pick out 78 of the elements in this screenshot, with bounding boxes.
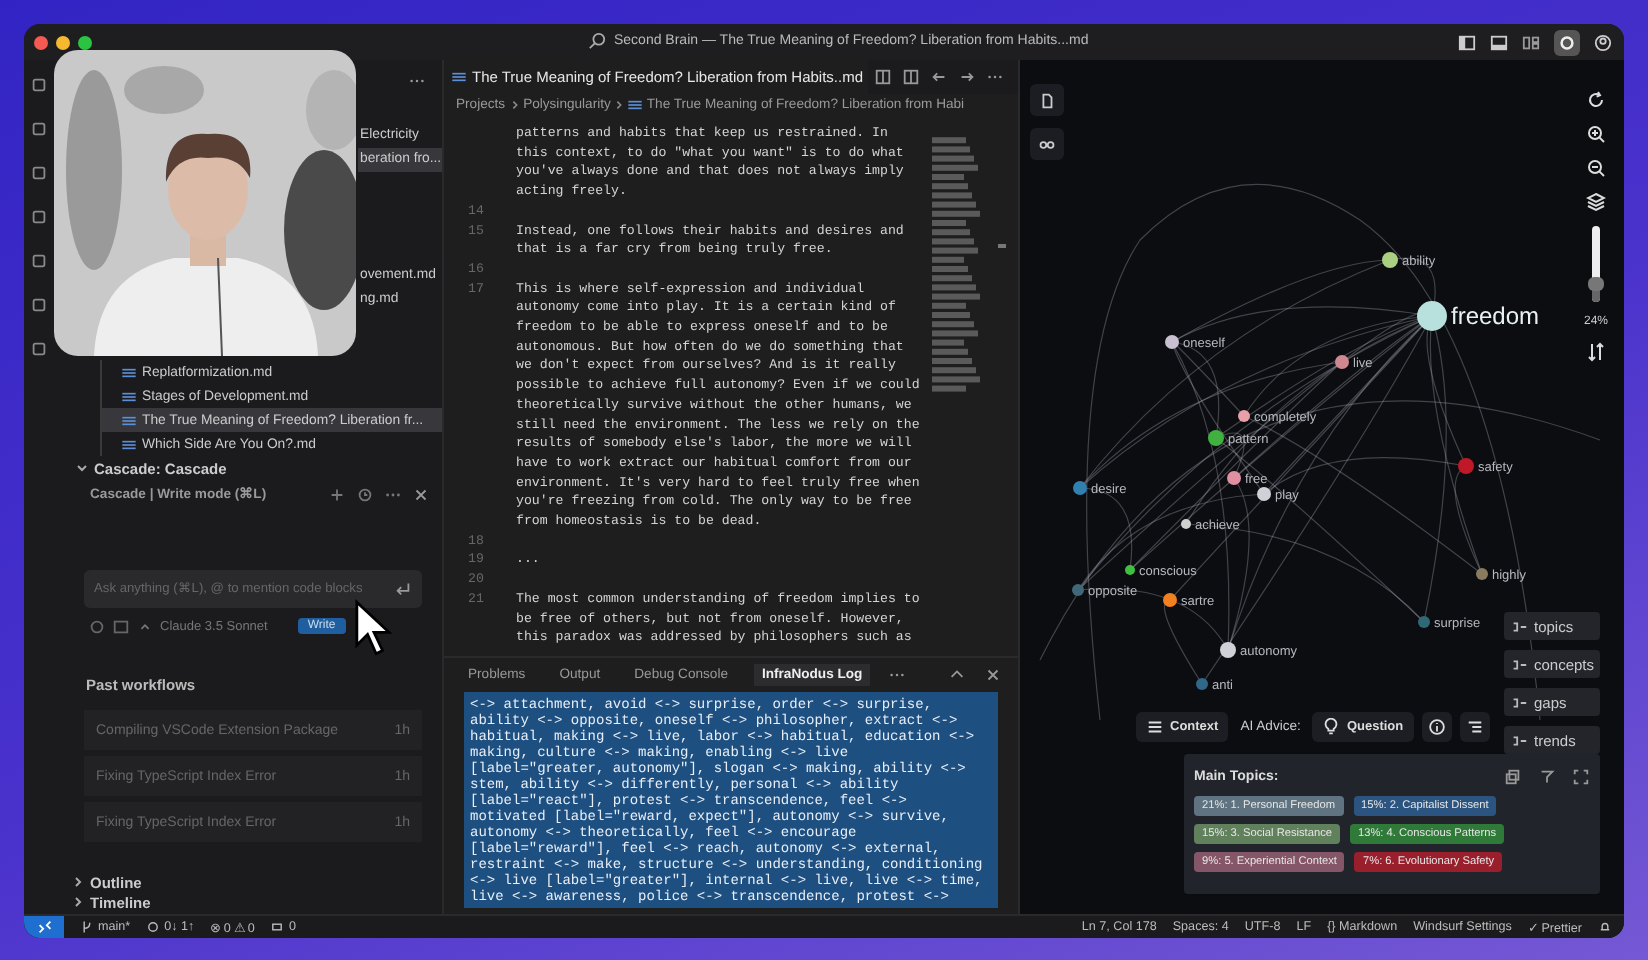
sidebar-toggle-icon[interactable] [1458, 33, 1476, 51]
swap-icon[interactable] [1586, 342, 1606, 362]
graph-node[interactable] [1163, 593, 1177, 607]
activity-bar-icon[interactable] [30, 164, 48, 182]
activity-bar-icon[interactable] [30, 120, 48, 138]
layers-icon[interactable] [1586, 192, 1606, 212]
graph-mode-button[interactable] [1030, 128, 1064, 160]
plus-icon[interactable] [328, 485, 346, 503]
activity-bar-icon[interactable] [30, 340, 48, 358]
layout-icon[interactable] [1522, 33, 1540, 51]
graph-node[interactable] [1418, 616, 1430, 628]
graph-node[interactable] [1458, 458, 1474, 474]
settings-button[interactable] [1554, 29, 1580, 55]
markdown-file-icon [122, 391, 136, 401]
history-icon[interactable] [356, 485, 374, 503]
split-editor-icon[interactable] [901, 68, 920, 86]
forward-arrow-icon[interactable] [957, 68, 976, 86]
graph-node[interactable] [1220, 642, 1236, 658]
close-icon[interactable] [984, 665, 1002, 683]
pointer-cursor-icon [352, 598, 396, 658]
account-icon[interactable] [1594, 33, 1612, 51]
maximize-button[interactable] [78, 35, 92, 49]
search-icon [588, 32, 606, 50]
graph-node[interactable] [1073, 481, 1087, 495]
zoom-out-icon[interactable] [1586, 158, 1606, 178]
collapse-icon[interactable] [948, 665, 966, 683]
document-button[interactable] [1030, 84, 1064, 116]
chevron-icon [76, 462, 88, 474]
bell-icon[interactable] [1598, 920, 1612, 934]
panel-toggle-icon[interactable] [1490, 33, 1508, 51]
graph-node[interactable] [1417, 301, 1447, 331]
graph-node[interactable] [1072, 584, 1084, 596]
node-label: freedom [1451, 302, 1540, 331]
markdown-file-icon [122, 367, 136, 377]
graph-node[interactable] [1196, 678, 1208, 690]
markdown-file-icon [628, 99, 643, 109]
markdown-file-icon [122, 415, 136, 425]
graph-node[interactable] [1125, 565, 1135, 575]
remote-button[interactable] [24, 916, 64, 938]
activity-bar-icon[interactable] [30, 296, 48, 314]
info-icon [1427, 718, 1446, 736]
chevron-icon [509, 99, 520, 109]
chevron-icon [614, 99, 625, 109]
back-arrow-icon[interactable] [929, 68, 948, 86]
activity-bar-icon[interactable] [30, 208, 48, 226]
minimize-button[interactable] [56, 35, 70, 49]
enter-icon [394, 580, 412, 598]
glasses-icon [1038, 135, 1056, 153]
zoom-in-icon[interactable] [1586, 124, 1606, 144]
activity-bar-icon[interactable] [30, 76, 48, 94]
graph-node[interactable] [1227, 471, 1241, 485]
branch-icon [80, 920, 94, 934]
scrollbar[interactable] [998, 244, 1006, 248]
markdown-file-icon [122, 439, 136, 449]
graph-node[interactable] [1382, 252, 1398, 268]
graph-node[interactable] [1208, 430, 1224, 446]
copy-icon[interactable] [1504, 767, 1522, 785]
graph-node[interactable] [1165, 335, 1179, 349]
info-button[interactable] [1421, 712, 1452, 742]
document-icon [1038, 91, 1056, 109]
graph-node[interactable] [1335, 355, 1349, 369]
fullscreen-icon[interactable] [1572, 767, 1590, 785]
graph-node[interactable] [1257, 487, 1271, 501]
refresh-icon[interactable] [1586, 90, 1606, 110]
lightbulb-icon [1322, 718, 1341, 736]
remote-icon [35, 918, 53, 936]
list-button[interactable] [1459, 712, 1490, 742]
menu-icon [1146, 718, 1164, 736]
list-icon [1465, 718, 1484, 736]
slider-thumb[interactable] [1588, 276, 1604, 291]
activity-bar-icon[interactable] [30, 252, 48, 270]
close-button[interactable] [34, 35, 48, 49]
graph-node[interactable] [1238, 410, 1250, 422]
zoom-slider[interactable] [1592, 226, 1600, 302]
close-icon[interactable] [412, 485, 430, 503]
graph-node[interactable] [1476, 568, 1488, 580]
markdown-file-icon [452, 72, 466, 82]
graph-node[interactable] [1181, 519, 1191, 529]
